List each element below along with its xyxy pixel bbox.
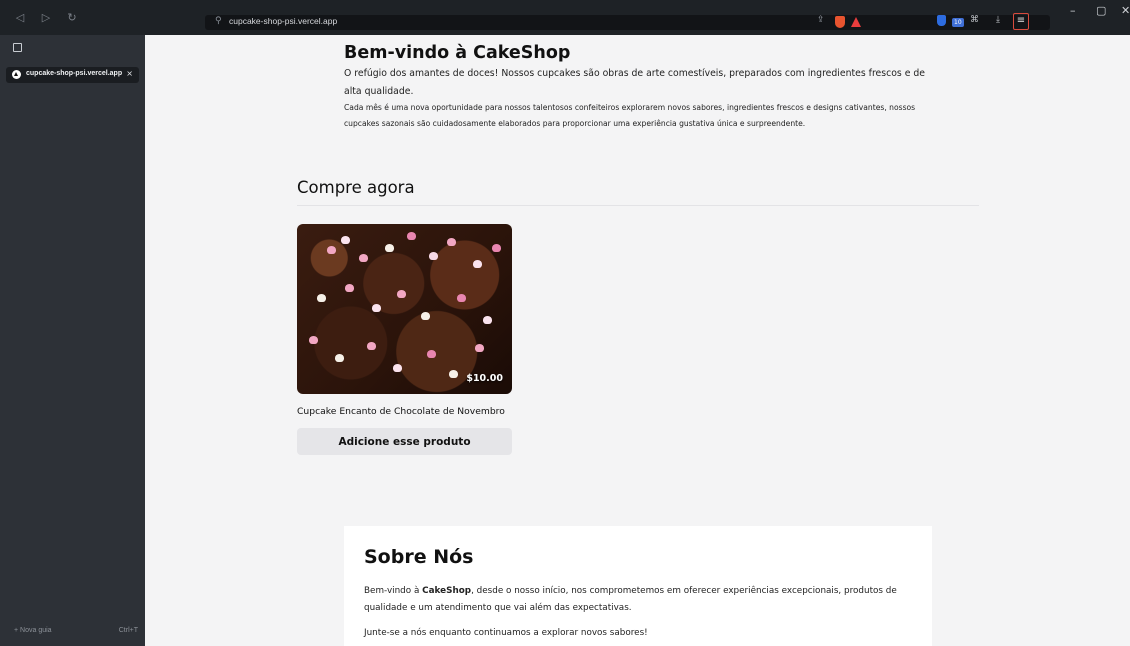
address-bar[interactable]: ⚲ cupcake-shop-psi.vercel.app ⇪ [205,15,1050,30]
new-tab-label: + Nova guia [14,627,52,634]
maximize-button[interactable]: ▢ [1096,4,1106,17]
about-section: Sobre Nós Bem-vindo à CakeShop, desde o … [344,526,932,646]
sidebar-toggle-icon[interactable] [13,43,22,52]
new-tab-shortcut: Ctrl+T [118,627,138,634]
about-title: Sobre Nós [364,546,474,568]
page-content: Bem-vindo à CakeShop O refúgio dos amant… [145,35,1130,646]
welcome-intro: O refúgio dos amantes de doces! Nossos c… [344,68,926,97]
tab-close-icon[interactable]: × [126,69,133,78]
nav-controls: ◁ ▷ ↻ [14,11,78,24]
reload-icon[interactable]: ↻ [66,11,78,24]
about-paragraph-2: Junte-se a nós enquanto continuamos a ex… [364,628,648,638]
minimize-button[interactable]: – [1070,4,1076,17]
brand-name: CakeShop [422,586,472,596]
product-card: $10.00 Cupcake Encanto de Chocolate de N… [297,224,512,455]
tab-cupcake-shop[interactable]: cupcake-shop-psi.vercel.app × [6,67,139,83]
address-url[interactable]: cupcake-shop-psi.vercel.app [229,16,337,26]
extension-badge[interactable]: 10 [952,18,964,27]
forward-icon[interactable]: ▷ [40,11,52,24]
product-name[interactable]: Cupcake Encanto de Chocolate de Novembro [297,404,512,420]
menu-icon[interactable]: ≡ [1013,13,1029,30]
share-icon[interactable]: ⇪ [817,15,825,25]
brave-rewards-icon[interactable] [851,17,861,27]
close-window-button[interactable]: ✕ [1121,4,1130,17]
back-icon[interactable]: ◁ [14,11,26,24]
download-icon[interactable]: ⤓ [996,15,1000,25]
welcome-body: Cada mês é uma nova oportunidade para no… [344,103,916,128]
add-to-cart-button[interactable]: Adicione esse produto [297,428,512,455]
brave-shields-icon[interactable] [835,16,845,28]
shop-title: Compre agora [297,178,415,197]
about-paragraph-1: Bem-vindo à CakeShop, desde o nosso iníc… [364,586,897,613]
bitwarden-icon[interactable] [937,15,946,26]
vertical-tabs-sidebar: cupcake-shop-psi.vercel.app × + Nova gui… [0,35,145,646]
puzzle-icon[interactable]: ⌘ [970,15,979,25]
new-tab-button[interactable]: + Nova guia Ctrl+T [14,627,138,634]
product-image[interactable]: $10.00 [297,224,512,394]
tab-title: cupcake-shop-psi.vercel.app [26,70,123,77]
vercel-favicon-icon [12,70,21,79]
divider [297,205,979,206]
welcome-title: Bem-vindo à CakeShop [344,43,571,63]
price-tag: $10.00 [466,373,503,384]
browser-toolbar: ◁ ▷ ↻ ⚲ cupcake-shop-psi.vercel.app ⇪ 10… [0,0,1130,35]
site-info-icon[interactable]: ⚲ [215,16,222,26]
